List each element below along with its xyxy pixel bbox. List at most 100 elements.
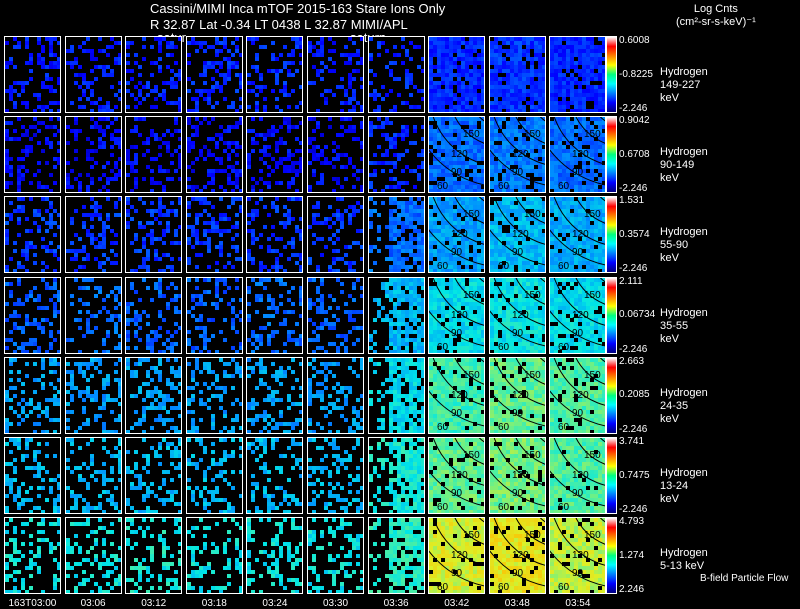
heatmap-cell — [388, 209, 393, 214]
heatmap-cell — [521, 141, 526, 146]
heatmap-cell — [469, 185, 474, 190]
heatmap-cell — [230, 189, 235, 193]
heatmap-cell — [271, 329, 276, 334]
heatmap-cell — [271, 133, 276, 138]
heatmap-cell — [210, 189, 215, 193]
heatmap-cell — [57, 129, 60, 134]
heatmap-cell — [441, 313, 446, 318]
heatmap-cell — [541, 201, 545, 206]
heatmap-cell — [558, 61, 563, 65]
heatmap-cell — [360, 325, 363, 330]
heatmap-cell — [348, 265, 352, 270]
heatmap-cell — [449, 121, 454, 126]
heatmap-cell — [392, 301, 397, 306]
heatmap-cell — [316, 285, 320, 290]
heatmap-cell — [554, 101, 559, 105]
heatmap-cell — [194, 221, 199, 226]
heatmap-cell — [356, 277, 360, 282]
heatmap-cell — [214, 41, 219, 45]
heatmap-cell — [541, 137, 545, 142]
heatmap-cell — [537, 185, 542, 190]
heatmap-cell — [150, 129, 155, 134]
heatmap-cell — [222, 213, 227, 218]
heatmap-cell — [570, 81, 575, 85]
heatmap-cell — [295, 225, 300, 230]
heatmap-cell — [513, 85, 518, 89]
heatmap-cell — [416, 229, 421, 234]
heatmap-cell — [493, 73, 498, 77]
heatmap-cell — [324, 321, 328, 326]
heatmap-cell — [9, 337, 13, 342]
heatmap-cell — [45, 221, 49, 226]
heatmap-cell — [190, 189, 195, 193]
heatmap-cell — [97, 217, 102, 222]
heatmap-cell — [194, 105, 199, 109]
heatmap-cell — [113, 173, 118, 178]
heatmap-cell — [234, 65, 239, 69]
heatmap-cell — [562, 93, 567, 97]
heatmap-cell — [497, 49, 502, 53]
heatmap-cell — [222, 189, 227, 193]
heatmap-cell — [308, 257, 312, 262]
heatmap-cell — [408, 201, 413, 206]
heatmap-cell — [445, 97, 450, 101]
heatmap-cell — [230, 41, 235, 45]
heatmap-cell — [57, 61, 60, 65]
heatmap-cell — [441, 105, 446, 109]
heatmap-cell — [529, 73, 534, 77]
heatmap-cell — [509, 65, 514, 69]
heatmap-cell — [130, 205, 135, 210]
heatmap-cell — [97, 105, 102, 109]
heatmap-cell — [93, 121, 98, 126]
heatmap-cell — [316, 109, 320, 112]
heatmap-cell — [291, 61, 296, 65]
heatmap-cell — [529, 57, 534, 61]
heatmap-cell — [541, 153, 545, 158]
heatmap-cells: 1501209060 — [550, 197, 606, 273]
heatmap-cell — [97, 177, 102, 182]
heatmap-cell — [348, 269, 352, 273]
heatmap-cell — [97, 129, 102, 134]
heatmap-cell — [509, 185, 514, 190]
heatmap-cell — [392, 293, 397, 298]
heatmap-cell — [525, 73, 530, 77]
heatmap-cell — [457, 341, 462, 346]
heatmap-cell — [29, 229, 33, 234]
contour-label: 60 — [558, 261, 570, 272]
heatmap-cell — [158, 293, 163, 298]
heatmap-cell — [541, 173, 545, 178]
heatmap-cell — [437, 281, 442, 286]
heatmap-cell — [416, 277, 421, 282]
heatmap-cell — [537, 169, 542, 174]
heatmap-cell — [489, 157, 494, 162]
heatmap-cell — [449, 349, 454, 353]
heatmap-cell — [465, 197, 470, 202]
heatmap-cell — [420, 297, 424, 302]
heatmap-cell — [45, 209, 49, 214]
heatmap-cell — [360, 189, 363, 193]
heatmap-cell — [101, 229, 106, 234]
heatmap-cell — [602, 245, 606, 250]
heatmap-cell — [53, 181, 57, 186]
heatmap-cell — [590, 61, 595, 65]
heatmap-cell — [461, 81, 466, 85]
energy-range: 90-149 keV — [660, 159, 695, 185]
heatmap-cell — [158, 41, 163, 45]
heatmap-cell — [404, 77, 409, 81]
heatmap-cell — [320, 321, 324, 326]
heatmap-cell — [247, 81, 252, 85]
heatmap-cell — [113, 313, 118, 318]
heatmap-cell — [388, 245, 393, 250]
heatmap-cell — [247, 301, 252, 306]
heatmap-cell — [340, 101, 344, 105]
heatmap-cells — [368, 117, 424, 193]
heatmap-cell — [493, 129, 498, 134]
heatmap-cell — [396, 329, 401, 334]
heatmap-cell — [113, 201, 118, 206]
heatmap-cell — [174, 229, 179, 234]
heatmap-cell — [316, 337, 320, 342]
heatmap-cell — [481, 209, 485, 214]
heatmap-cell — [602, 237, 606, 242]
heatmap-cell — [541, 97, 545, 101]
heatmap-cell — [214, 133, 219, 138]
